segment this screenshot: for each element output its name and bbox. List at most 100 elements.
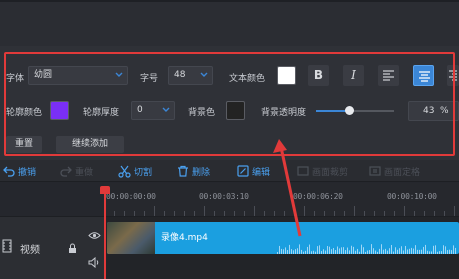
waveform-bar: [343, 247, 344, 254]
edit-label: 编辑: [252, 167, 271, 178]
ruler-tick: [204, 206, 205, 216]
waveform-bar: [351, 245, 352, 254]
waveform-bar: [375, 250, 376, 254]
bg-color-swatch[interactable]: [226, 101, 245, 120]
freeze-frame-button[interactable]: 画面定格: [369, 163, 420, 179]
waveform-bar: [397, 249, 398, 254]
waveform-bar: [389, 248, 390, 254]
align-right-button[interactable]: [447, 65, 459, 86]
timeline-ruler[interactable]: 00:00:00:00 00:00:03:10 00:00:06:20 00:0…: [104, 183, 459, 216]
waveform-bar: [395, 247, 396, 254]
text-color-label: 文本颜色: [229, 74, 266, 84]
waveform-bar: [315, 251, 316, 254]
waveform-bar: [337, 246, 338, 254]
outline-thickness-value: 0: [137, 105, 143, 115]
cut-button[interactable]: 切割: [118, 163, 152, 179]
ruler-tick: [304, 206, 305, 216]
video-clip[interactable]: 录像4.mp4: [107, 222, 459, 254]
waveform-bar: [345, 250, 346, 254]
waveform-bar: [433, 245, 434, 254]
cut-label: 切割: [134, 167, 153, 178]
align-left-button[interactable]: [378, 65, 399, 86]
bg-color-label: 背景色: [188, 108, 216, 118]
waveform-bar: [283, 249, 284, 254]
clip-thumbnail: [107, 222, 155, 254]
size-label: 字号: [140, 74, 159, 84]
lock-icon[interactable]: [68, 243, 77, 254]
frame-crop-button[interactable]: 画面裁剪: [297, 163, 348, 179]
waveform-bar: [441, 251, 442, 254]
delete-button[interactable]: 删除: [177, 163, 210, 179]
align-center-icon: [419, 71, 430, 82]
waveform-bar: [415, 245, 416, 254]
continue-add-button[interactable]: 继续添加: [56, 136, 124, 153]
bg-opacity-input[interactable]: 43 %: [408, 101, 459, 121]
outline-color-swatch[interactable]: [50, 101, 69, 120]
redo-icon: [60, 166, 72, 177]
playhead[interactable]: [104, 191, 106, 279]
waveform-bar: [373, 248, 374, 254]
waveform-bar: [349, 250, 350, 254]
italic-button[interactable]: I: [343, 65, 364, 86]
edit-button[interactable]: 编辑: [237, 163, 270, 179]
film-strip-icon: [2, 239, 12, 253]
track-label: 视频: [20, 245, 40, 256]
waveform-bar: [367, 250, 368, 254]
waveform-bar: [289, 244, 290, 254]
ruler-tick: [354, 206, 355, 216]
edit-icon: [237, 165, 249, 177]
top-strip: [0, 0, 459, 46]
waveform-bar: [423, 246, 424, 254]
waveform-bar: [357, 248, 358, 254]
waveform-bar: [355, 250, 356, 254]
ruler-tick: [154, 206, 155, 216]
outline-thickness-label: 轮廓厚度: [83, 108, 120, 118]
waveform-bar: [385, 248, 386, 254]
size-select[interactable]: 48: [168, 66, 213, 85]
waveform-bar: [371, 244, 372, 254]
waveform-bar: [299, 244, 300, 254]
font-select-value: 幼圆: [34, 70, 53, 80]
waveform-bar: [297, 248, 298, 254]
trash-icon: [178, 165, 188, 177]
waveform-bar: [443, 245, 444, 254]
text-color-swatch[interactable]: [277, 66, 296, 85]
waveform-bar: [451, 250, 452, 254]
waveform-bar: [331, 249, 332, 254]
waveform-bar: [353, 246, 354, 254]
waveform-bar: [293, 250, 294, 254]
waveform-bar: [381, 244, 382, 254]
undo-button[interactable]: 撤销: [3, 163, 36, 179]
chevron-down-icon: [115, 72, 123, 77]
bg-opacity-slider[interactable]: [316, 110, 394, 112]
speaker-icon[interactable]: [88, 257, 101, 268]
font-select[interactable]: 幼圆: [28, 66, 128, 85]
waveform-bar: [431, 251, 432, 254]
waveform-bar: [285, 247, 286, 254]
outline-thickness-select[interactable]: 0: [131, 101, 175, 120]
align-center-button[interactable]: [413, 65, 434, 86]
waveform-bar: [277, 252, 278, 254]
waveform-bar: [449, 249, 450, 254]
waveform-bar: [291, 249, 292, 254]
reset-button[interactable]: 重置: [6, 136, 42, 153]
waveform-bar: [365, 251, 366, 254]
waveform-bar: [383, 249, 384, 254]
waveform-bar: [335, 250, 336, 254]
waveform-bar: [411, 247, 412, 254]
waveform-bar: [281, 248, 282, 254]
redo-button[interactable]: 重做: [60, 163, 93, 179]
bold-button[interactable]: B: [308, 65, 329, 86]
outline-color-label: 轮廓颜色: [6, 108, 43, 118]
waveform-bar: [407, 249, 408, 254]
waveform-bar: [391, 244, 392, 254]
bg-opacity-slider-knob[interactable]: [345, 106, 355, 115]
waveform-bar: [303, 251, 304, 254]
waveform-bar: [403, 250, 404, 254]
scissors-icon: [118, 165, 131, 178]
waveform-bar: [379, 248, 380, 254]
bg-opacity-unit: %: [440, 106, 449, 116]
waveform-bar: [323, 249, 324, 254]
ruler-tick: [404, 206, 405, 216]
eye-icon[interactable]: [88, 231, 101, 240]
